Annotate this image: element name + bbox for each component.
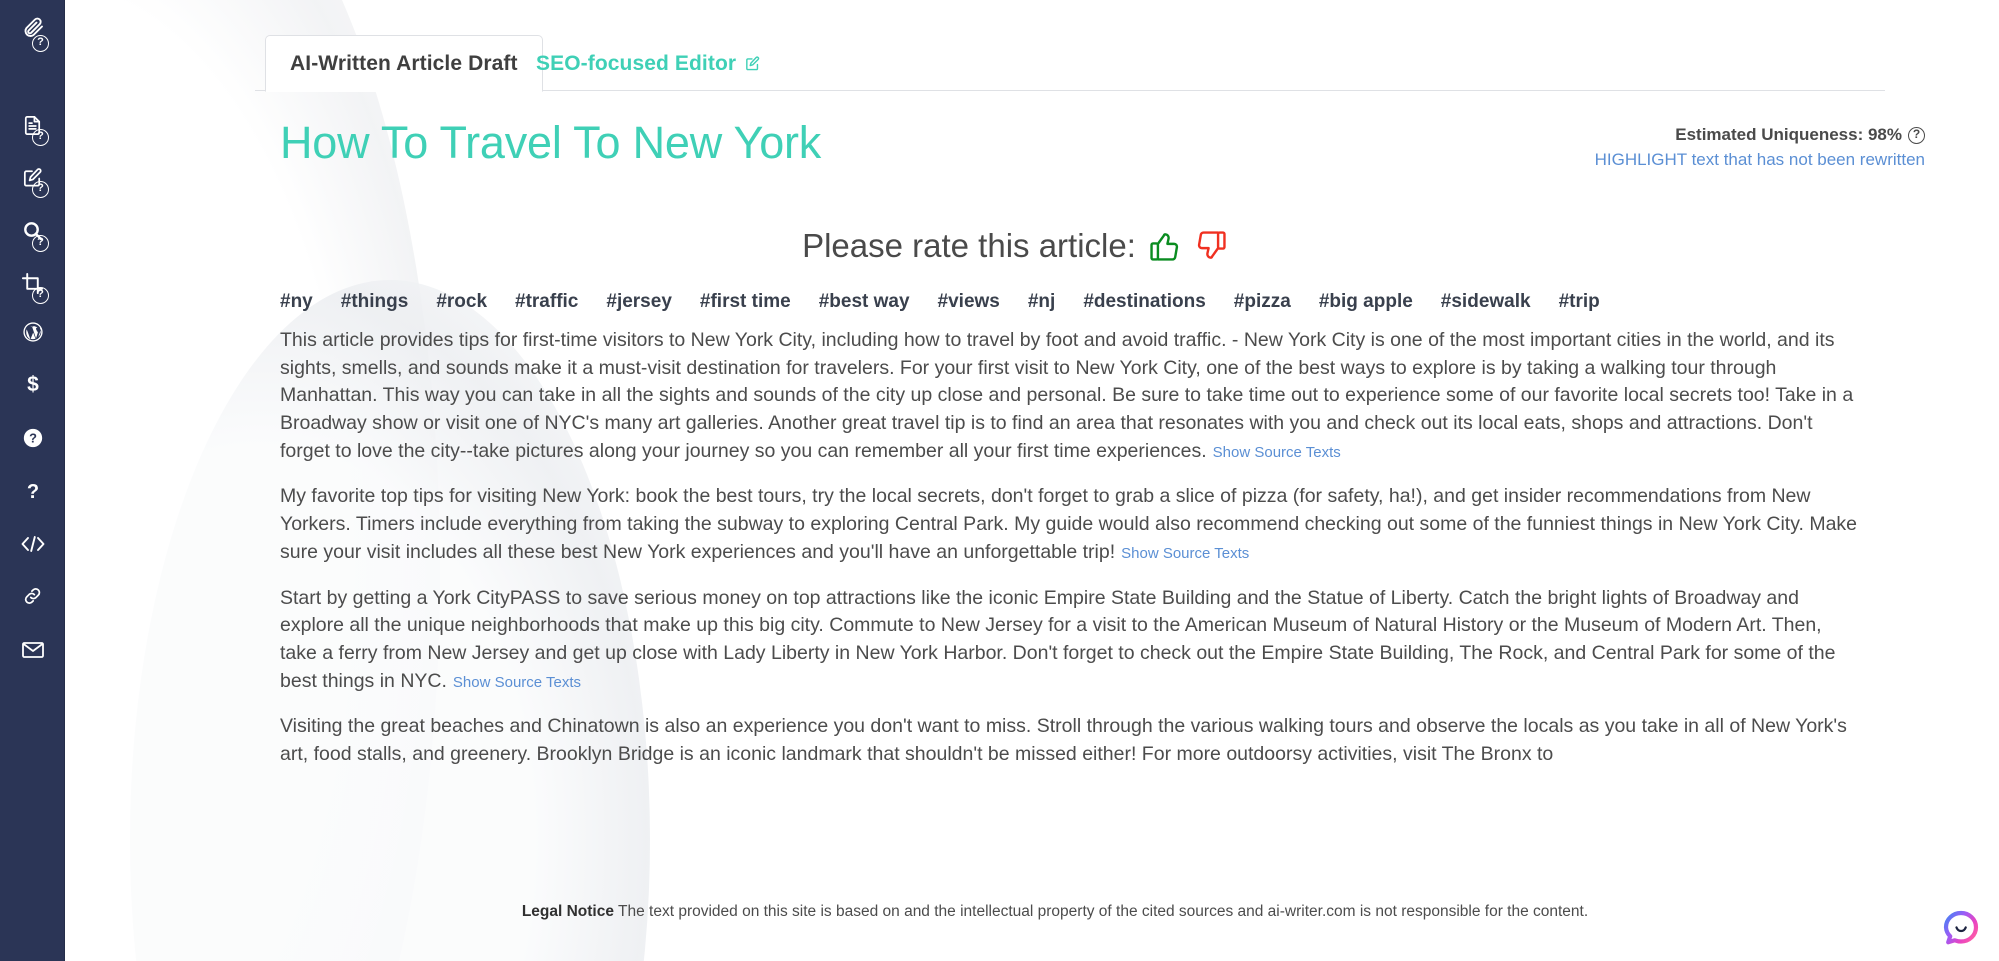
sidebar-item-wordpress[interactable] [0, 312, 65, 352]
tag-item[interactable]: #pizza [1234, 291, 1291, 313]
paragraph-text: This article provides tips for first-tim… [280, 329, 1854, 462]
svg-text:$: $ [27, 373, 39, 396]
tag-item[interactable]: #traffic [515, 291, 578, 313]
tab-label: AI-Written Article Draft [290, 51, 518, 75]
sidebar-item-editor[interactable]: ? [0, 154, 65, 200]
wordpress-icon [22, 321, 44, 343]
sidebar-help-badge[interactable]: ? [32, 181, 49, 198]
uniqueness-block: Estimated Uniqueness: 98% ? HIGHLIGHT te… [1595, 125, 1925, 170]
main-content: AI-Written Article Draft SEO-focused Edi… [65, 0, 1999, 961]
tab-bar: AI-Written Article Draft SEO-focused Edi… [255, 35, 1885, 92]
help-circle-icon[interactable]: ? [1908, 126, 1925, 144]
uniqueness-label: Estimated Uniqueness: 98% [1675, 125, 1902, 144]
sidebar-item-api[interactable] [0, 524, 65, 564]
tag-item[interactable]: #destinations [1083, 291, 1205, 313]
sidebar-item-contact[interactable] [0, 630, 65, 670]
chat-widget-icon[interactable] [1939, 907, 1983, 951]
tag-item[interactable]: #views [938, 291, 1000, 313]
legal-notice-text: The text provided on this site is based … [618, 903, 1589, 920]
sidebar: ? ? ? ? ? $ ? ? [0, 0, 65, 961]
svg-text:?: ? [26, 481, 38, 503]
sidebar-help-badge[interactable]: ? [32, 235, 49, 252]
sidebar-help-badge[interactable]: ? [32, 35, 49, 52]
legal-notice-title: Legal Notice [521, 903, 614, 920]
thumbs-up-icon[interactable] [1148, 229, 1182, 263]
tag-item[interactable]: #trip [1559, 291, 1600, 313]
article-body: This article provides tips for first-tim… [255, 327, 1862, 769]
pencil-square-icon [744, 55, 761, 72]
article-paragraph: Start by getting a York CityPASS to save… [280, 585, 1862, 696]
rating-row: Please rate this article: [255, 227, 1935, 265]
sidebar-item-help[interactable]: ? [0, 418, 65, 458]
code-icon [20, 533, 46, 555]
show-source-texts-link[interactable]: Show Source Texts [1121, 545, 1249, 562]
thumbs-down-icon[interactable] [1194, 229, 1228, 263]
show-source-texts-link[interactable]: Show Source Texts [453, 674, 581, 691]
sidebar-help-badge[interactable]: ? [32, 129, 49, 146]
tag-item[interactable]: #rock [436, 291, 487, 313]
paragraph-text: My favorite top tips for visiting New Yo… [280, 485, 1858, 563]
tag-item[interactable]: #big apple [1319, 291, 1413, 313]
title-row: How To Travel To New York Estimated Uniq… [255, 117, 1935, 197]
help-circle-icon: ? [22, 427, 44, 449]
tab-seo-focused-editor[interactable]: SEO-focused Editor [520, 35, 777, 92]
dollar-icon: $ [24, 372, 42, 396]
tab-label: SEO-focused Editor [536, 51, 737, 75]
content-wrapper: AI-Written Article Draft SEO-focused Edi… [255, 0, 1935, 769]
paragraph-text: Visiting the great beaches and Chinatown… [280, 715, 1847, 765]
article-paragraph: My favorite top tips for visiting New Yo… [280, 483, 1862, 566]
sidebar-help-badge[interactable]: ? [32, 287, 49, 304]
tag-item[interactable]: #best way [819, 291, 910, 313]
rating-label: Please rate this article: [802, 227, 1136, 264]
legal-notice: Legal Notice The text provided on this s… [215, 903, 1895, 921]
page-title: How To Travel To New York [280, 117, 822, 168]
mail-icon [21, 640, 45, 660]
show-source-texts-link[interactable]: Show Source Texts [1213, 444, 1341, 461]
highlight-not-rewritten-link[interactable]: HIGHLIGHT text that has not been rewritt… [1595, 150, 1925, 170]
sidebar-item-document[interactable]: ? [0, 102, 65, 148]
sidebar-item-search[interactable]: ? [0, 208, 65, 254]
tag-item[interactable]: #sidewalk [1441, 291, 1531, 313]
link-icon [21, 585, 45, 607]
sidebar-item-crop[interactable]: ? [0, 260, 65, 306]
sidebar-item-pricing[interactable]: $ [0, 364, 65, 404]
tag-item[interactable]: #nj [1028, 291, 1055, 313]
tag-list: #ny #things #rock #traffic #jersey #firs… [255, 291, 1935, 313]
question-mark-icon: ? [24, 479, 42, 503]
article-paragraph: Visiting the great beaches and Chinatown… [280, 713, 1862, 768]
sidebar-item-faq[interactable]: ? [0, 471, 65, 511]
tab-ai-written-article-draft[interactable]: AI-Written Article Draft [265, 35, 543, 92]
tag-item[interactable]: #first time [700, 291, 791, 313]
sidebar-item-links[interactable] [0, 576, 65, 616]
svg-text:?: ? [29, 431, 37, 446]
sidebar-item-paperclip[interactable]: ? [0, 0, 65, 54]
tag-item[interactable]: #ny [280, 291, 313, 313]
tag-item[interactable]: #jersey [606, 291, 672, 313]
tag-item[interactable]: #things [341, 291, 409, 313]
estimated-uniqueness: Estimated Uniqueness: 98% ? [1595, 125, 1925, 145]
article-paragraph: This article provides tips for first-tim… [280, 327, 1862, 465]
